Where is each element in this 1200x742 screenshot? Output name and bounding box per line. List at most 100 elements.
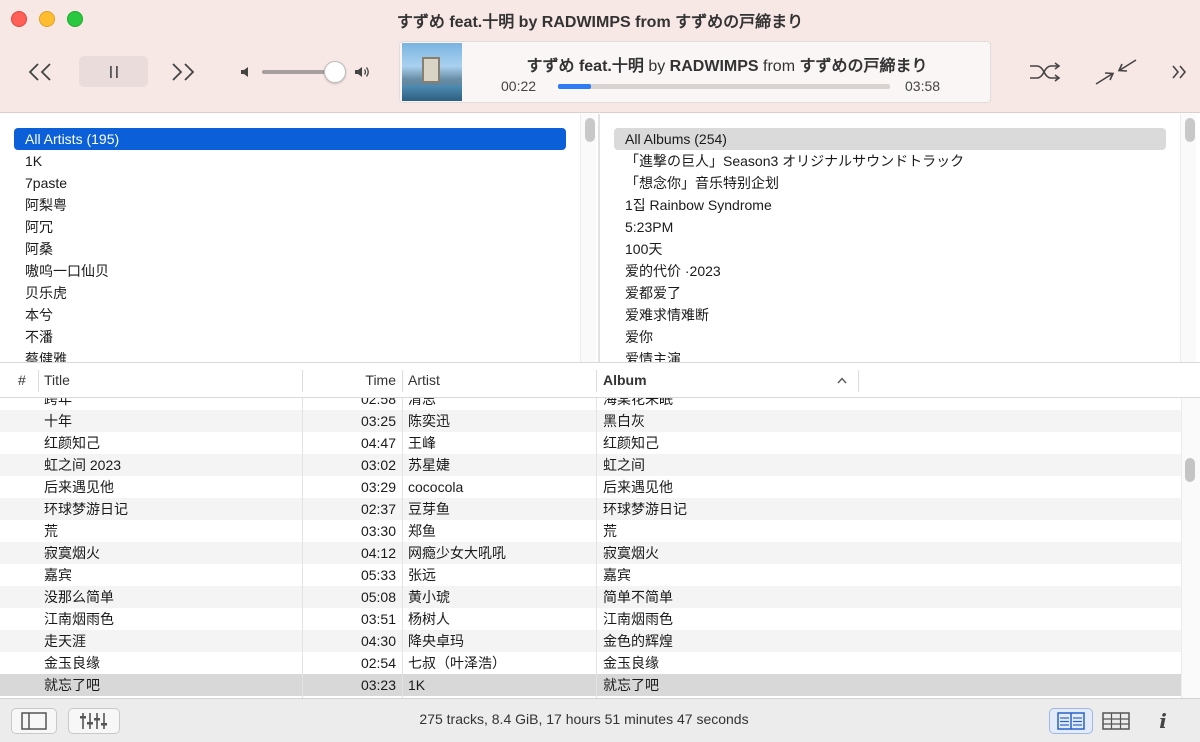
album-list-item[interactable]: All Albums (254) xyxy=(614,128,1166,150)
album-list-item[interactable]: 爱都爱了 xyxy=(614,282,1166,304)
artist-list-item[interactable]: 阿桑 xyxy=(14,238,566,260)
artist-list-item[interactable]: All Artists (195) xyxy=(14,128,566,150)
toolbar-overflow-button[interactable] xyxy=(1166,57,1192,87)
artist-list-item[interactable]: 不潘 xyxy=(14,326,566,348)
table-row[interactable]: 没那么简单 05:08 黄小琥 简单不简单 xyxy=(0,586,1181,608)
column-separator[interactable] xyxy=(858,370,859,392)
table-row[interactable]: 红颜知己 04:47 王峰 红颜知己 xyxy=(0,432,1181,454)
track-title-cell: 就忘了吧 xyxy=(44,677,100,693)
collapse-arrows-icon xyxy=(1095,59,1137,85)
volume-slider-knob[interactable] xyxy=(323,61,346,83)
info-icon: i xyxy=(1159,709,1167,733)
album-list-item[interactable]: 爱你 xyxy=(614,326,1166,348)
previous-track-button[interactable] xyxy=(20,55,60,89)
now-playing-from: from xyxy=(763,58,796,75)
column-separator[interactable] xyxy=(402,370,403,392)
list-view-button[interactable] xyxy=(1049,708,1093,734)
now-playing-track: すずめ feat.十明 xyxy=(526,58,644,75)
column-header-album[interactable]: Album xyxy=(603,363,647,398)
track-title-cell: 红颜知己 xyxy=(44,435,100,451)
artists-browser[interactable]: All Artists (195) 1K 7paste 阿梨粤 阿冗 阿桑 嗷呜一口仙贝 贝乐… xyxy=(0,114,598,362)
table-row[interactable]: 走天涯 04:30 降央卓玛 金色的辉煌 xyxy=(0,630,1181,652)
column-header-artist[interactable]: Artist xyxy=(408,363,440,398)
track-time-cell: 02:37 xyxy=(360,501,396,517)
track-artist-cell: 苏星婕 xyxy=(408,457,450,473)
grid-view-button[interactable] xyxy=(1097,708,1135,734)
artists-scrollbar-thumb[interactable] xyxy=(585,118,595,142)
track-album-cell: 后来遇见他 xyxy=(603,479,673,495)
album-list-item[interactable]: 「想念你」音乐特别企划 xyxy=(614,172,1166,194)
table-row[interactable]: 寂寞烟火 04:12 网瘾少女大吼吼 寂寞烟火 xyxy=(0,542,1181,564)
album-list-item[interactable]: 爱的代价 ·2023 xyxy=(614,260,1166,282)
now-playing-album: すずめの戸締まり xyxy=(799,58,928,75)
table-row[interactable]: 嘉宾 05:33 张远 嘉宾 xyxy=(0,564,1181,586)
artists-scrollbar[interactable] xyxy=(580,114,596,362)
info-button[interactable]: i xyxy=(1148,708,1178,734)
table-row[interactable]: 虹之间 2023 03:02 苏星婕 虹之间 xyxy=(0,454,1181,476)
track-table-scrollbar-thumb[interactable] xyxy=(1185,458,1195,482)
column-header-title[interactable]: Title xyxy=(44,363,70,398)
artist-list-item[interactable]: 蔡健雅 xyxy=(14,348,566,362)
next-track-button[interactable] xyxy=(163,55,203,89)
column-header-number[interactable]: # xyxy=(18,363,26,398)
album-artwork[interactable] xyxy=(402,43,462,101)
track-artist-cell: 杨树人 xyxy=(408,611,450,627)
track-time-cell: 02:58 xyxy=(360,398,396,407)
column-separator[interactable] xyxy=(302,370,303,392)
artist-list-item[interactable]: 7paste xyxy=(14,172,566,194)
track-artist-cell: 陈奕迅 xyxy=(408,413,450,429)
volume-mute-button[interactable] xyxy=(236,60,256,84)
table-row[interactable]: 就忘了吧 03:23 1K 就忘了吧 xyxy=(0,674,1181,696)
playback-progress-bar[interactable] xyxy=(558,84,890,89)
table-row[interactable]: 荒 03:30 郑鱼 荒 xyxy=(0,520,1181,542)
sort-ascending-indicator[interactable] xyxy=(836,363,848,398)
album-list-item[interactable]: 爱情主演 xyxy=(614,348,1166,362)
track-artist-cell: 豆芽鱼 xyxy=(408,501,450,517)
track-time-cell: 03:25 xyxy=(360,413,396,429)
albums-scrollbar-thumb[interactable] xyxy=(1185,118,1195,142)
track-artist-cell: 降央卓玛 xyxy=(408,633,464,649)
album-list-item[interactable]: 100天 xyxy=(614,238,1166,260)
volume-max-button[interactable] xyxy=(350,60,376,84)
track-time-cell: 03:51 xyxy=(360,611,396,627)
track-table-scrollbar[interactable] xyxy=(1181,398,1200,698)
artwork-water-shape xyxy=(402,85,462,101)
track-album-cell: 嘉宾 xyxy=(603,567,631,583)
track-artist-cell: 网瘾少女大吼吼 xyxy=(408,545,506,561)
pause-button[interactable] xyxy=(79,56,148,87)
artists-list: All Artists (195) 1K 7paste 阿梨粤 阿冗 阿桑 嗷呜一口仙贝 贝乐… xyxy=(14,128,566,362)
table-row[interactable]: 江南烟雨色 03:51 杨树人 江南烟雨色 xyxy=(0,608,1181,630)
track-time-cell: 03:30 xyxy=(360,523,396,539)
track-time-cell: 04:30 xyxy=(360,633,396,649)
track-album-cell: 虹之间 xyxy=(603,457,645,473)
column-header-time[interactable]: Time xyxy=(305,363,396,398)
mini-player-button[interactable] xyxy=(1091,57,1141,87)
artist-list-item[interactable]: 阿梨粤 xyxy=(14,194,566,216)
table-row[interactable]: 跨年 02:58 清思 海棠花未眠 xyxy=(0,398,1181,410)
album-list-item[interactable]: 1집 Rainbow Syndrome xyxy=(614,194,1166,216)
album-list-item[interactable]: 爱难求情难断 xyxy=(614,304,1166,326)
artist-list-item[interactable]: 1K xyxy=(14,150,566,172)
column-separator[interactable] xyxy=(38,370,39,392)
table-row[interactable]: 十年 03:25 陈奕迅 黑白灰 xyxy=(0,410,1181,432)
track-album-cell: 江南烟雨色 xyxy=(603,611,673,627)
album-list-item[interactable]: 5:23PM xyxy=(614,216,1166,238)
speaker-high-icon xyxy=(355,67,369,77)
track-title-cell: 后来遇见他 xyxy=(44,479,114,495)
albums-browser[interactable]: All Albums (254) 「進撃の巨人」Season3 オリジナルサウンド… xyxy=(600,114,1200,362)
column-separator[interactable] xyxy=(596,370,597,392)
track-title-cell: 环球梦游日记 xyxy=(44,501,128,517)
artist-list-item[interactable]: 嗷呜一口仙贝 xyxy=(14,260,566,282)
window-title: すずめ feat.十明 by RADWIMPS from すずめの戸締まり xyxy=(396,14,804,31)
table-row[interactable]: 后来遇见他 03:29 cococola 后来遇见他 xyxy=(0,476,1181,498)
table-row[interactable]: 环球梦游日记 02:37 豆芽鱼 环球梦游日记 xyxy=(0,498,1181,520)
album-list-item[interactable]: 「進撃の巨人」Season3 オリジナルサウンドトラック xyxy=(614,150,1166,172)
shuffle-button[interactable] xyxy=(1026,57,1064,87)
track-table[interactable]: 跨年 02:58 清思 海棠花未眠 十年 03:25 陈奕迅 黑白灰 红颜知己 04:47 王峰 红颜… xyxy=(0,398,1181,698)
artist-list-item[interactable]: 本兮 xyxy=(14,304,566,326)
artist-list-item[interactable]: 阿冗 xyxy=(14,216,566,238)
table-row[interactable]: 金玉良缘 02:54 七叔（叶泽浩） 金玉良缘 xyxy=(0,652,1181,674)
artist-list-item[interactable]: 贝乐虎 xyxy=(14,282,566,304)
albums-scrollbar[interactable] xyxy=(1180,114,1196,362)
app-window: すずめ feat.十明 by RADWIMPS from すずめの戸締まり すず… xyxy=(0,0,1200,742)
